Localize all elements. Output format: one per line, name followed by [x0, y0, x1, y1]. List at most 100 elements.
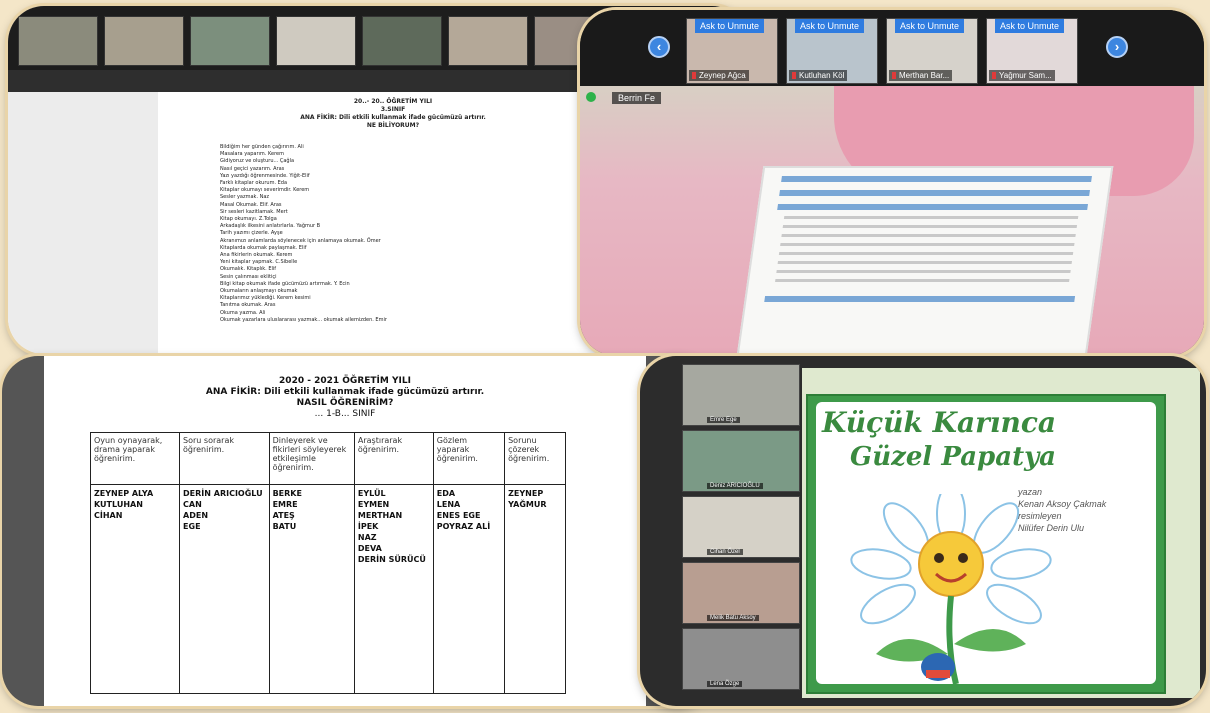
- doc-line: Masal Okumak. Elif. Aras: [220, 201, 282, 208]
- student-name: ZEYNEP ALYA: [94, 489, 154, 498]
- doc-title: 2020 - 2021 ÖĞRETİM YILI: [279, 376, 411, 386]
- participant-tile[interactable]: Ask to Unmute Kutluhan Köl: [786, 18, 878, 84]
- student-name: ZEYNEP: [508, 489, 544, 498]
- doc-line: Akranımızı anlamlarda söylenecek için an…: [220, 237, 381, 244]
- student-name: DEVA: [357, 544, 382, 553]
- publisher-logo: [921, 653, 955, 681]
- participant-thumbnail[interactable]: Deniz ARICIOĞLU: [682, 430, 800, 492]
- student-name: YAĞMUR: [508, 500, 547, 509]
- table-column-header: Gözlem yaparak öğrenirim.: [432, 432, 506, 485]
- doc-line: Tanıtma okumak. Aras: [220, 302, 276, 309]
- active-speaker-name: Berrin Fe: [612, 92, 662, 104]
- previous-page-button[interactable]: ‹: [648, 36, 670, 58]
- gallery-strip: ‹ Ask to Unmute Zeynep Ağca Ask to Unmut…: [580, 10, 1204, 86]
- doc-line: Bildiğim her günden çağırırım. Ali: [220, 144, 304, 150]
- video-call-panel: ‹ Ask to Unmute Zeynep Ağca Ask to Unmut…: [580, 10, 1204, 356]
- table-column-header: Soru sorarak öğrenirim.: [179, 432, 270, 485]
- table-column-header: Araştırarak öğrenirim.: [353, 432, 434, 485]
- student-name: EDA: [436, 489, 456, 498]
- participant-tile[interactable]: Ask to Unmute Merthan Bar...: [886, 18, 978, 84]
- doc-lines: Bildiğim her günden çağırırım. Ali Masala…: [220, 144, 608, 324]
- doc-line: Kitaplarda okumak paylaşmak. Elif: [220, 244, 307, 251]
- doc-line: Tarih yazımı çizerle. Ayşe: [220, 230, 283, 237]
- participant-thumbnail[interactable]: [276, 16, 356, 66]
- book-cover: Küçük Karınca Güzel Papatya yazan Kenan …: [806, 394, 1166, 694]
- doc-line: Okumalık. Kitaplık. Elif: [220, 266, 277, 273]
- doc-question: NASIL ÖĞRENİRİM?: [296, 398, 394, 408]
- participant-thumbnail[interactable]: Melik Batu Aksoy: [682, 562, 800, 624]
- table-cell: ZEYNEP YAĞMUR: [504, 484, 566, 694]
- student-name: İPEK: [357, 522, 379, 531]
- participant-thumbnail[interactable]: Lena Özge: [682, 628, 800, 690]
- learning-styles-document-panel: 2020 - 2021 ÖĞRETİM YILI ANA FİKİR: Dili…: [2, 356, 714, 706]
- table-cell: DERİN ARICIOĞLU CAN ADEN EGE: [179, 484, 270, 694]
- student-name: DERİN SÜRÜCÜ: [357, 555, 426, 564]
- table-cell: EYLÜL EYMEN MERTHAN İPEK NAZ DEVA DERİN SÜRÜCÜ: [353, 484, 434, 694]
- ask-to-unmute-button[interactable]: Ask to Unmute: [895, 19, 965, 33]
- doc-line: Yeni kitaplar yapmak. C.Sibelle: [220, 259, 298, 266]
- doc-main-idea: ANA FİKİR: Dili etkili kullanmak ifade g…: [300, 114, 486, 121]
- participant-thumbnail[interactable]: Emre Ege: [682, 364, 800, 426]
- participant-thumbnail[interactable]: [104, 16, 184, 66]
- participant-thumbnail[interactable]: [18, 16, 98, 66]
- table-column-header: Sorunu çözerek öğrenirim.: [504, 432, 566, 485]
- participant-thumbnail-column: Emre Ege Deniz ARICIOĞLU Cihan Özel Meli…: [682, 364, 800, 694]
- student-name: ADEN: [183, 511, 209, 520]
- document-sidebar: [8, 92, 158, 354]
- learning-styles-table: Oyun oynayarak, drama yaparak öğrenirim.…: [89, 432, 566, 694]
- doc-main-idea: ANA FİKİR: Dili etkili kullanmak ifade g…: [205, 387, 485, 397]
- doc-line: Kitaplar okumayı severimdir. Kerem: [220, 187, 310, 194]
- participant-thumbnail[interactable]: Cihan Özel: [682, 496, 800, 558]
- ask-to-unmute-button[interactable]: Ask to Unmute: [695, 19, 765, 33]
- student-name: DERİN ARICIOĞLU: [183, 489, 263, 498]
- next-page-button[interactable]: ›: [1106, 36, 1128, 58]
- doc-line: Okumak yazarlara uluslararası yazmak... …: [220, 316, 387, 323]
- student-name: EYMEN: [357, 500, 390, 509]
- doc-line: Gidiyoruz ve oluşturu... Çağla: [220, 158, 295, 165]
- participant-name: Merthan Bar...: [889, 70, 953, 81]
- muted-mic-icon: [692, 72, 696, 80]
- muted-mic-icon: [992, 72, 996, 80]
- participant-tile[interactable]: Ask to Unmute Yağmur Sam...: [986, 18, 1078, 84]
- participant-tile[interactable]: Ask to Unmute Zeynep Ağca: [686, 18, 778, 84]
- student-name: KUTLUHAN: [94, 500, 143, 509]
- doc-line: Kitaplarımız yüklediği. Kerem kesimi: [220, 295, 311, 302]
- book-title-line-2: Güzel Papatya: [850, 442, 1057, 472]
- doc-line: Bilgi kitap okumak ifade gücümüzü artırm…: [220, 280, 350, 287]
- participant-name: Yağmur Sam...: [989, 70, 1055, 81]
- table-column-header: Oyun oynayarak, drama yaparak öğrenirim.: [89, 432, 181, 485]
- worksheet-booklet: [736, 166, 1114, 356]
- student-name: ENES EGE: [436, 511, 481, 520]
- participant-thumbnail[interactable]: [362, 16, 442, 66]
- shared-document: 20..- 20.. ÖĞRETİM YILI 3.SINIF ANA FİKİ…: [178, 98, 608, 348]
- student-name: LENA: [436, 500, 461, 509]
- ask-to-unmute-button[interactable]: Ask to Unmute: [995, 19, 1065, 33]
- table-cell: BERKE EMRE ATEŞ BATU: [268, 484, 355, 694]
- student-name: POYRAZ ALİ: [436, 522, 491, 531]
- student-name: EYLÜL: [357, 489, 386, 498]
- doc-line: Farklı kitaplar okurum. Eda: [220, 180, 288, 187]
- book-sharing-panel: Emre Ege Deniz ARICIOĞLU Cihan Özel Meli…: [640, 356, 1206, 706]
- doc-line: Yazı yazdığı öğrenmesinde. Yiğit-Elif: [220, 172, 310, 179]
- book-video: Küçük Karınca Güzel Papatya yazan Kenan …: [802, 368, 1200, 698]
- doc-line: Arkadaşlık ilkesini anlatırlarla. Yağmur…: [220, 223, 321, 230]
- student-name: CİHAN: [94, 511, 123, 520]
- doc-line: Sesler yazmak. Naz: [220, 194, 270, 201]
- doc-question: NE BİLİYORUM?: [366, 122, 420, 129]
- student-name: ATEŞ: [272, 511, 295, 520]
- muted-mic-icon: [792, 72, 796, 80]
- doc-grade: 3.SINIF: [380, 106, 406, 113]
- participant-name: Zeynep Ağca: [689, 70, 749, 81]
- table-column-header: Dinleyerek ve fikirleri söyleyerek etkil…: [268, 432, 355, 485]
- ask-to-unmute-button[interactable]: Ask to Unmute: [795, 19, 865, 33]
- participant-thumbnail[interactable]: [190, 16, 270, 66]
- participant-name: Kutluhan Köl: [789, 70, 848, 81]
- doc-line: Sir sesleri kazitlamak. Mert: [220, 208, 288, 215]
- student-name: NAZ: [357, 533, 377, 542]
- participant-thumbnail[interactable]: [448, 16, 528, 66]
- muted-mic-icon: [892, 72, 896, 80]
- active-speaker-video: [580, 86, 1204, 356]
- doc-line: Nasıl geçici yazarım. Aras: [220, 165, 285, 172]
- doc-line: Ana fikirlerin okumak. Kerem: [220, 252, 293, 259]
- learning-styles-page: 2020 - 2021 ÖĞRETİM YILI ANA FİKİR: Dili…: [44, 356, 646, 706]
